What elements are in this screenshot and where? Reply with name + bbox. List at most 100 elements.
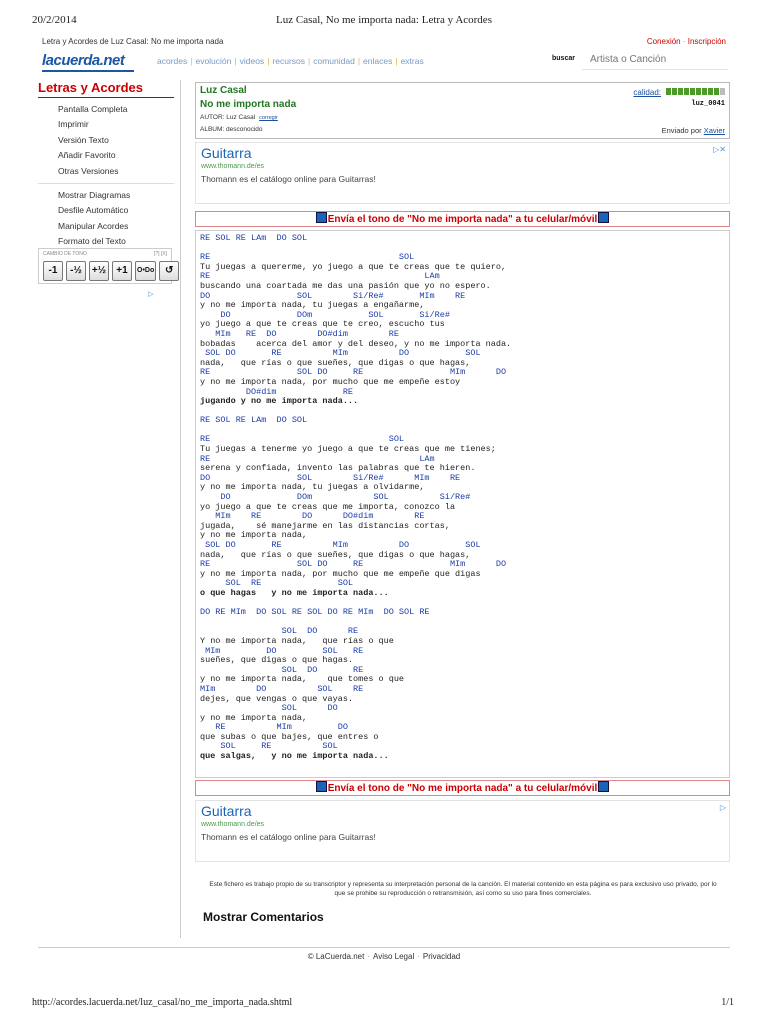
transpose-plus-half-button[interactable]: +½ bbox=[89, 261, 109, 281]
artist-name[interactable]: Luz Casal bbox=[200, 85, 247, 96]
nav-videos[interactable]: videos bbox=[240, 56, 265, 66]
ringtone-banner-top[interactable]: Envía el tono de "No me importa nada" a … bbox=[195, 211, 730, 227]
phone-icon bbox=[598, 212, 610, 223]
lyric-line: dejes, que vengas o que vayas. bbox=[200, 693, 354, 704]
sidebar-item-fullscreen[interactable]: Pantalla Completa bbox=[38, 102, 174, 117]
top-nav: acordes | evolución | videos | recursos | comuni… bbox=[157, 56, 424, 66]
fix-link[interactable]: corregir bbox=[259, 115, 278, 121]
transpose-help-close[interactable]: [?] [X] bbox=[154, 251, 167, 257]
sidebar-item-add-favorite[interactable]: Añadir Favorito bbox=[38, 148, 174, 163]
author-line: AUTOR: Luz Casal corregir bbox=[200, 114, 278, 121]
chord-line[interactable]: DO DOm SOL Si/Re# bbox=[200, 492, 470, 502]
ad-url[interactable]: www.thomann.de/es bbox=[201, 163, 264, 170]
chord-line[interactable]: MIm RE DO DO#dim RE bbox=[200, 511, 424, 521]
footer-legal-link[interactable]: Aviso Legal bbox=[373, 952, 414, 961]
sidebar-item-print[interactable]: Imprimir bbox=[38, 117, 174, 132]
transpose-buttons: -1 -½ +½ +1 O•Do ↺ bbox=[43, 261, 180, 281]
lyric-line: nada, que rías o que sueñes, que digas o… bbox=[200, 357, 471, 368]
ad-headline[interactable]: Guitarra bbox=[201, 145, 252, 161]
quality-label[interactable]: calidad: bbox=[633, 88, 661, 97]
account-links: Conexión · Inscripción bbox=[646, 37, 726, 46]
chord-line[interactable]: SOL DO bbox=[200, 703, 338, 713]
lyric-line: Tu juegas a tenerme yo juego a que te cr… bbox=[200, 444, 496, 455]
adchoices-icon[interactable]: ▷ bbox=[720, 803, 726, 812]
transpose-minus-half-button[interactable]: -½ bbox=[66, 261, 86, 281]
lyric-line: nada, que rías o que sueñes, que digas o… bbox=[200, 549, 471, 560]
sidebar-item-manipulate-chords[interactable]: Manipular Acordes bbox=[38, 219, 174, 234]
chord-line[interactable]: DO SOL Si/Re# MIm RE bbox=[200, 291, 465, 301]
ad-url[interactable]: www.thomann.de/es bbox=[201, 821, 264, 828]
chord-line[interactable]: DO SOL Si/Re# MIm RE bbox=[200, 473, 460, 483]
lyric-line: yo juego a que te creas que te creo, esc… bbox=[200, 319, 445, 330]
ad-banner-top[interactable]: Guitarra www.thomann.de/es Thomann es el… bbox=[195, 142, 730, 204]
ringtone-banner-bottom[interactable]: Envía el tono de "No me importa nada" a … bbox=[195, 780, 730, 796]
chord-line[interactable]: DO RE MIm DO SOL RE SOL DO RE MIm DO SOL… bbox=[200, 607, 430, 617]
search-input[interactable] bbox=[582, 50, 728, 70]
ad-banner-bottom[interactable]: Guitarra www.thomann.de/es Thomann es el… bbox=[195, 800, 730, 862]
chord-line[interactable]: RE LAm bbox=[200, 454, 435, 464]
ad-description: Thomann es el catálogo online para Guita… bbox=[201, 174, 376, 184]
lyric-line: buscando una coartada me das una pasión … bbox=[200, 280, 491, 291]
chord-line[interactable]: RE LAm bbox=[200, 271, 440, 282]
lyric-line: Tu juegas a quererme, yo juego a que te … bbox=[200, 261, 507, 272]
copyright-disclaimer: Este fichero es trabajo propio de su tra… bbox=[209, 881, 717, 897]
chord-line[interactable]: SOL DO RE bbox=[200, 626, 359, 637]
chord-line[interactable]: RE SOL bbox=[200, 434, 404, 445]
transpose-minus-one-button[interactable]: -1 bbox=[43, 261, 63, 281]
chord-line[interactable]: DO DOm SOL Si/Re# bbox=[200, 310, 450, 320]
song-title: No me importa nada bbox=[200, 99, 297, 110]
lyric-line: o que hagas y no me importa nada... bbox=[200, 587, 389, 598]
ad-headline[interactable]: Guitarra bbox=[201, 803, 252, 819]
footer-privacy-link[interactable]: Privacidad bbox=[423, 952, 460, 961]
reset-icon[interactable]: ↺ bbox=[159, 261, 180, 281]
chord-line[interactable]: MIm DO SOL RE bbox=[200, 646, 363, 656]
nav-comunidad[interactable]: comunidad bbox=[313, 56, 355, 66]
nav-evolucion[interactable]: evolución bbox=[195, 56, 231, 66]
register-link[interactable]: Inscripción bbox=[688, 37, 726, 46]
chord-line[interactable]: SOL DO RE bbox=[200, 665, 364, 675]
nav-recursos[interactable]: recursos bbox=[272, 56, 305, 66]
transpose-plus-one-button[interactable]: +1 bbox=[112, 261, 132, 281]
login-link[interactable]: Conexión bbox=[647, 37, 681, 46]
chord-line[interactable]: MIm DO SOL RE bbox=[200, 684, 363, 694]
sidebar-item-text-version[interactable]: Versión Texto bbox=[38, 133, 174, 148]
chord-line[interactable]: RE MIm DO bbox=[200, 722, 348, 732]
lyric-line: y no me importa nada, por mucho que me e… bbox=[200, 568, 481, 579]
lyric-line: y no me importa nada, tu juegas a olvida… bbox=[200, 482, 425, 493]
quality-bar bbox=[666, 88, 725, 95]
nav-enlaces[interactable]: enlaces bbox=[363, 56, 392, 66]
chord-line[interactable]: SOL DO RE MIm DO SOL bbox=[200, 540, 480, 550]
phone-icon bbox=[315, 212, 327, 223]
chord-line[interactable]: RE SOL RE LAm DO SOL bbox=[200, 233, 307, 243]
chord-line[interactable]: RE SOL RE LAm DO SOL bbox=[200, 415, 307, 425]
chord-line[interactable]: SOL DO RE MIm DO SOL bbox=[200, 348, 480, 358]
site-logo[interactable]: lacuerda.net bbox=[42, 52, 134, 72]
sidebar-group-tools: Mostrar Diagramas Desfile Automático Man… bbox=[38, 188, 174, 250]
phone-icon bbox=[598, 781, 610, 792]
chord-line[interactable]: RE SOL bbox=[200, 252, 414, 262]
lyric-line: jugando y no me importa nada... bbox=[200, 396, 359, 407]
adchoices-icon[interactable]: ▷ bbox=[146, 290, 156, 300]
sidebar-item-show-diagrams[interactable]: Mostrar Diagramas bbox=[38, 188, 174, 203]
author-label: AUTOR: Luz Casal bbox=[200, 114, 256, 121]
lyric-line: y no me importa nada, bbox=[200, 712, 308, 723]
chord-line[interactable]: SOL RE SOL bbox=[200, 741, 337, 752]
chord-sheet: RE SOL RE LAm DO SOL RE SOL Tu juegas a … bbox=[195, 230, 730, 778]
notation-toggle-button[interactable]: O•Do bbox=[135, 261, 157, 281]
chord-line[interactable]: DO#dim RE bbox=[200, 387, 353, 397]
footer-brand[interactable]: © LaCuerda.net bbox=[308, 952, 365, 961]
sidebar-item-autoscroll[interactable]: Desfile Automático bbox=[38, 203, 174, 218]
chord-line[interactable]: RE SOL DO RE MIm DO bbox=[200, 559, 506, 569]
chord-line[interactable]: RE SOL DO RE MIm DO bbox=[200, 367, 506, 378]
chord-line[interactable]: SOL RE SOL bbox=[200, 578, 354, 589]
nav-acordes[interactable]: acordes bbox=[157, 56, 187, 66]
adchoices-icon[interactable]: ▷✕ bbox=[713, 145, 726, 154]
sent-by-user-link[interactable]: Xavier bbox=[704, 126, 725, 135]
show-comments-button[interactable]: Mostrar Comentarios bbox=[203, 910, 324, 924]
chord-line[interactable]: MIm RE DO DO#dim RE bbox=[200, 329, 399, 339]
sidebar-item-other-versions[interactable]: Otras Versiones bbox=[38, 164, 174, 179]
print-page-number: 1/1 bbox=[721, 997, 734, 1008]
lyric-line: y no me importa nada, bbox=[200, 530, 308, 541]
lyric-line: sueñes, que digas o que hagas. bbox=[200, 655, 354, 666]
nav-extras[interactable]: extras bbox=[401, 56, 424, 66]
